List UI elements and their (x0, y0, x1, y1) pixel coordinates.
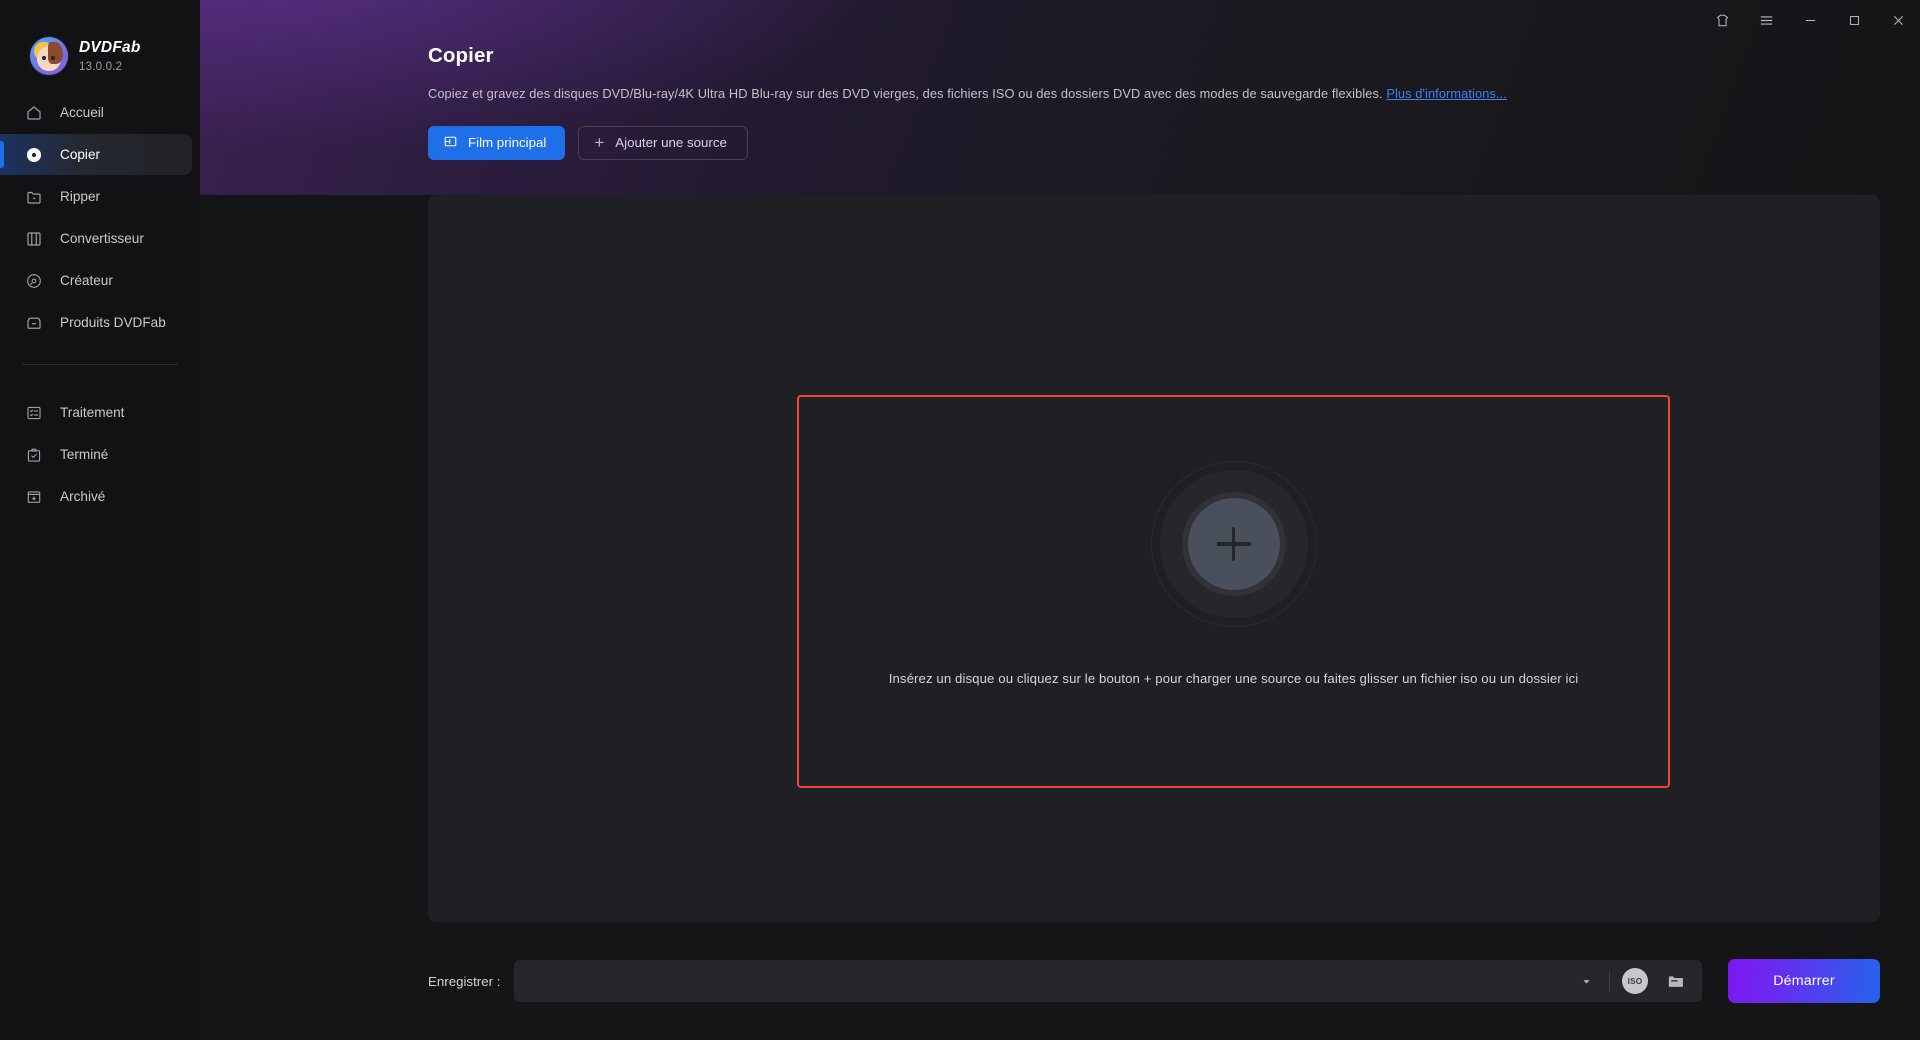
sidebar-item-label: Archivé (60, 489, 106, 504)
app-name: DVDFab (79, 39, 141, 56)
sidebar-item-archive[interactable]: Archivé (0, 476, 192, 517)
sidebar-nav-primary: Accueil Copier Ripper Convertisseur Créa… (0, 86, 200, 343)
source-dropzone[interactable]: Insérez un disque ou cliquez sur le bout… (797, 395, 1670, 788)
products-icon (24, 313, 43, 332)
app-version: 13.0.0.2 (79, 61, 123, 73)
add-source-button[interactable]: + Ajouter une source (578, 125, 748, 160)
sidebar-item-termine[interactable]: Terminé (0, 434, 192, 475)
clipboard-check-icon (24, 445, 43, 464)
add-source-circle-button[interactable] (1187, 498, 1280, 590)
window-controls (1700, 0, 1920, 40)
main-movie-icon (443, 134, 458, 152)
home-icon (24, 103, 43, 122)
sidebar-item-label: Traitement (60, 405, 125, 420)
save-path-input[interactable] (530, 960, 1573, 1002)
bottom-bar: Enregistrer : ISO Démarrer (200, 922, 1920, 1040)
save-label: Enregistrer : (428, 973, 501, 989)
start-button[interactable]: Démarrer (1728, 959, 1880, 1003)
sidebar-item-convertisseur[interactable]: Convertisseur (0, 218, 192, 259)
content-panel: Insérez un disque ou cliquez sur le bout… (428, 195, 1880, 922)
sidebar-item-ripper[interactable]: Ripper (0, 176, 192, 217)
main-area: Copier Copiez et gravez des disques DVD/… (200, 0, 1920, 1040)
rip-icon (24, 187, 43, 206)
more-info-link[interactable]: Plus d'informations... (1386, 86, 1507, 101)
shirt-icon[interactable] (1700, 0, 1744, 40)
close-icon[interactable] (1876, 0, 1920, 40)
disc-placeholder (1149, 459, 1319, 629)
sidebar-item-label: Accueil (60, 105, 104, 120)
plus-icon: + (594, 133, 605, 152)
sidebar-item-label: Ripper (60, 189, 101, 204)
chevron-down-icon[interactable] (1573, 968, 1599, 994)
sidebar-item-createur[interactable]: Créateur (0, 260, 192, 301)
sidebar: DVDFab 13.0.0.2 Accueil Copier Ripper Co… (0, 0, 200, 1040)
sidebar-item-accueil[interactable]: Accueil (0, 92, 192, 133)
dropzone-hint: Insérez un disque ou cliquez sur le bout… (888, 671, 1579, 686)
save-path-field[interactable]: ISO (514, 960, 1702, 1002)
sidebar-nav-secondary: Traitement Terminé Archivé (0, 386, 200, 517)
disc-icon (24, 145, 43, 164)
dvdfab-window: DVDFab 13.0.0.2 Accueil Copier Ripper Co… (0, 0, 1920, 1040)
archive-icon (24, 487, 43, 506)
brand: DVDFab 13.0.0.2 (0, 0, 200, 86)
iso-output-button[interactable]: ISO (1622, 968, 1648, 994)
main-movie-mode-button[interactable]: Film principal (428, 125, 566, 160)
film-icon (24, 229, 43, 248)
sidebar-item-label: Convertisseur (60, 231, 144, 246)
sidebar-divider (22, 364, 178, 365)
page-header: Copier Copiez et gravez des disques DVD/… (200, 0, 1920, 195)
sidebar-item-copier[interactable]: Copier (0, 134, 192, 175)
sidebar-item-label: Copier (60, 147, 101, 162)
minimize-icon[interactable] (1788, 0, 1832, 40)
hamburger-menu-icon[interactable] (1744, 0, 1788, 40)
creator-icon (24, 271, 43, 290)
field-divider (1609, 970, 1610, 992)
sidebar-item-label: Terminé (60, 447, 109, 462)
folder-icon[interactable] (1662, 970, 1688, 992)
plus-icon (1216, 527, 1251, 561)
sidebar-item-traitement[interactable]: Traitement (0, 392, 192, 433)
page-description: Copiez et gravez des disques DVD/Blu-ray… (428, 86, 1920, 101)
add-source-label: Ajouter une source (615, 135, 727, 150)
sidebar-item-label: Produits DVDFab (60, 315, 166, 330)
tasklist-icon (24, 403, 43, 422)
source-toolbar: Film principal + Ajouter une source (428, 125, 1920, 160)
page-description-text: Copiez et gravez des disques DVD/Blu-ray… (428, 85, 1383, 101)
sidebar-item-produits-dvdfab[interactable]: Produits DVDFab (0, 302, 192, 343)
sidebar-item-label: Créateur (60, 273, 113, 288)
app-logo-icon (30, 37, 68, 75)
maximize-icon[interactable] (1832, 0, 1876, 40)
main-movie-label: Film principal (468, 135, 547, 150)
page-title: Copier (428, 44, 494, 67)
